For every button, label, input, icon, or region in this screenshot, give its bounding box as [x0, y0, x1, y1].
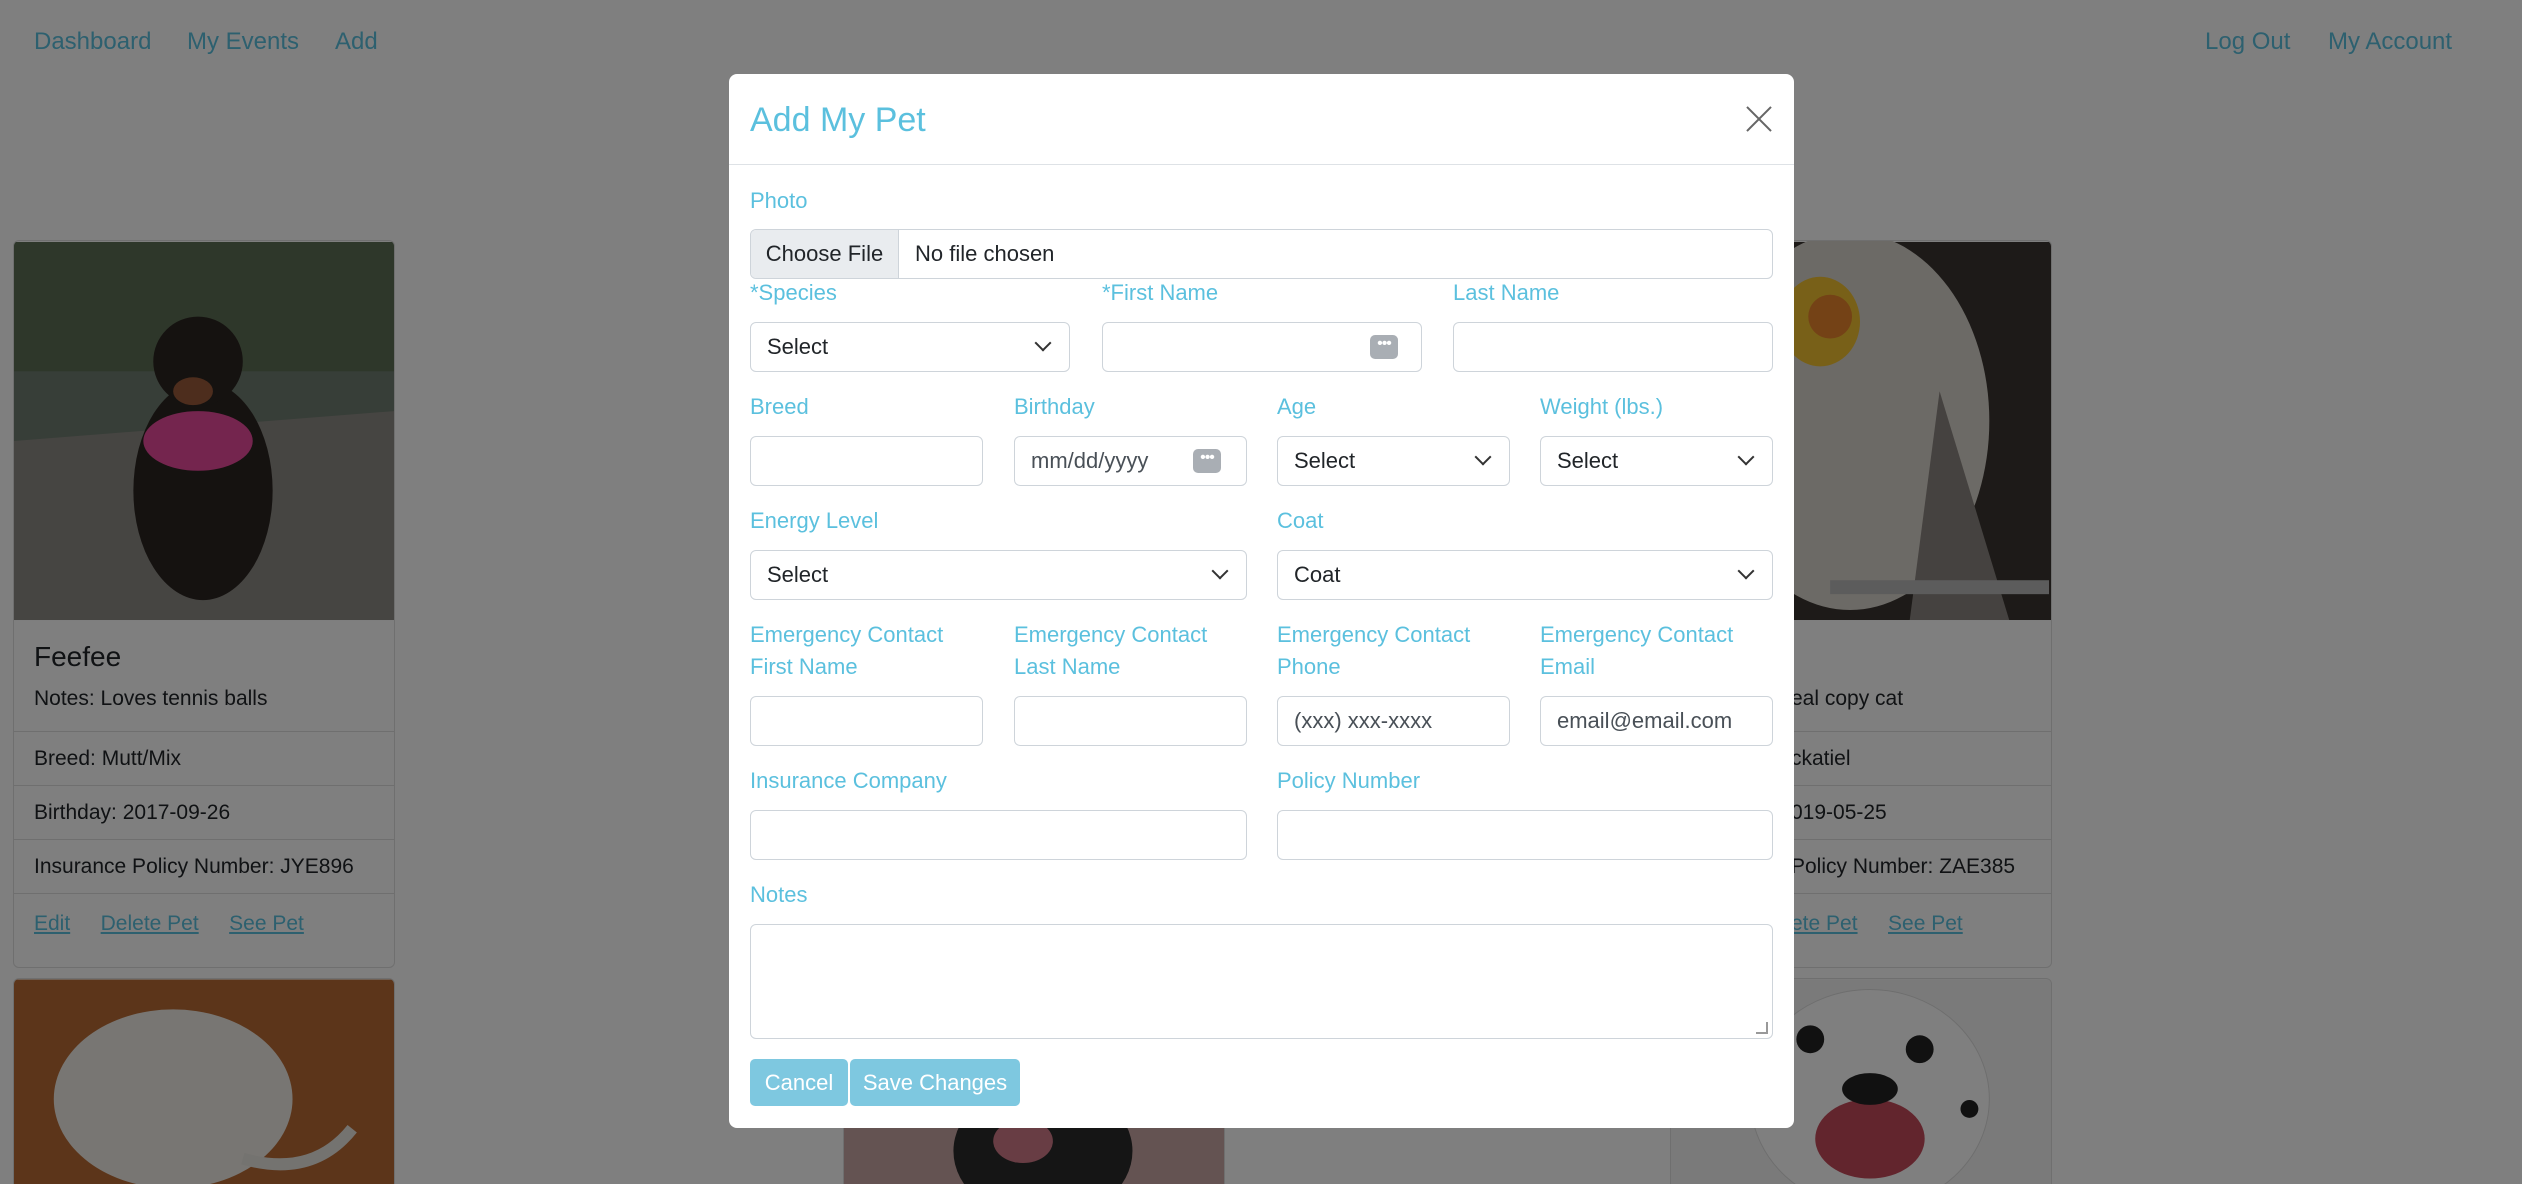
file-status-text: No file chosen — [915, 241, 1055, 266]
ec-first-name-input[interactable] — [750, 696, 983, 746]
chevron-down-icon — [1211, 562, 1229, 580]
save-changes-button[interactable]: Save Changes — [850, 1059, 1020, 1106]
species-select[interactable]: Select — [750, 322, 1070, 372]
photo-file-input[interactable]: Choose File No file chosen — [750, 229, 1773, 279]
ec-email-label-line1: Emergency Contact — [1540, 622, 1734, 647]
species-label: *Species — [750, 280, 837, 305]
insurance-company-input[interactable] — [750, 810, 1247, 860]
ec-email-label: Emergency Contact Email — [1540, 619, 1733, 683]
ec-email-input[interactable] — [1540, 696, 1773, 746]
policy-number-input[interactable] — [1277, 810, 1773, 860]
ec-last-name-label-line2: Last Name — [1014, 654, 1121, 679]
weight-select[interactable]: Select — [1540, 436, 1773, 486]
autofill-dots-icon[interactable]: ••• — [1193, 449, 1221, 473]
energy-level-label: Energy Level — [750, 508, 879, 533]
chevron-down-icon — [1737, 562, 1755, 580]
ec-email-label-line2: Email — [1540, 654, 1596, 679]
weight-select-value: Select — [1557, 448, 1619, 473]
first-name-label: *First Name — [1102, 280, 1219, 305]
notes-textarea[interactable] — [750, 924, 1773, 1039]
policy-number-label: Policy Number — [1277, 768, 1421, 793]
ec-first-name-label-line2: First Name — [750, 654, 858, 679]
ec-last-name-label: Emergency Contact Last Name — [1014, 619, 1207, 683]
chevron-down-icon — [1737, 448, 1755, 466]
last-name-input[interactable] — [1453, 322, 1773, 372]
add-pet-modal: Add My Pet Photo Choose File No file cho… — [729, 74, 1794, 1128]
coat-select[interactable]: Coat — [1277, 550, 1773, 600]
ec-last-name-label-line1: Emergency Contact — [1014, 622, 1208, 647]
modal-header: Add My Pet — [729, 74, 1794, 165]
ec-phone-label-line2: Phone — [1277, 654, 1341, 679]
age-label: Age — [1277, 394, 1317, 419]
last-name-label: Last Name — [1453, 280, 1560, 305]
energy-level-select-value: Select — [767, 562, 829, 587]
coat-select-value: Coat — [1294, 562, 1341, 587]
weight-label: Weight (lbs.) — [1540, 394, 1664, 419]
resize-handle-icon[interactable] — [1756, 1022, 1768, 1034]
breed-label: Breed — [750, 394, 809, 419]
ec-last-name-input[interactable] — [1014, 696, 1247, 746]
close-icon[interactable] — [1742, 102, 1776, 136]
cancel-button[interactable]: Cancel — [750, 1059, 848, 1106]
insurance-company-label: Insurance Company — [750, 768, 947, 793]
species-select-value: Select — [767, 334, 829, 359]
ec-phone-label: Emergency Contact Phone — [1277, 619, 1470, 683]
coat-label: Coat — [1277, 508, 1324, 533]
photo-label: Photo — [750, 188, 808, 213]
breed-input[interactable] — [750, 436, 983, 486]
notes-label: Notes — [750, 882, 808, 907]
chevron-down-icon — [1474, 448, 1492, 466]
ec-first-name-label-line1: Emergency Contact — [750, 622, 944, 647]
age-select-value: Select — [1294, 448, 1356, 473]
autofill-dots-icon[interactable]: ••• — [1370, 335, 1398, 359]
chevron-down-icon — [1034, 334, 1052, 352]
ec-first-name-label: Emergency Contact First Name — [750, 619, 943, 683]
ec-phone-label-line1: Emergency Contact — [1277, 622, 1471, 647]
age-select[interactable]: Select — [1277, 436, 1510, 486]
choose-file-button[interactable]: Choose File — [751, 230, 899, 278]
birthday-label: Birthday — [1014, 394, 1095, 419]
energy-level-select[interactable]: Select — [750, 550, 1247, 600]
ec-phone-input[interactable] — [1277, 696, 1510, 746]
modal-title: Add My Pet — [750, 101, 926, 139]
